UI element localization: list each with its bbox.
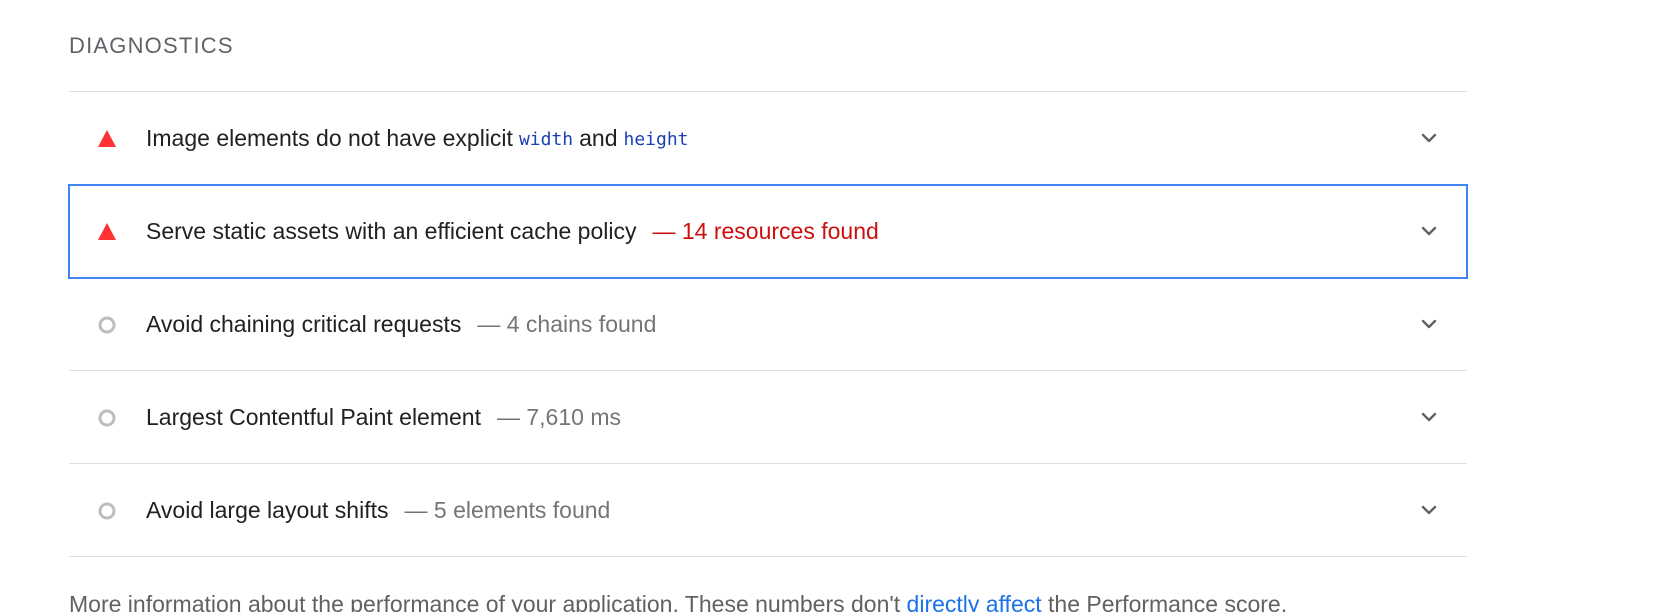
- audit-title-text: Largest Contentful Paint element: [146, 403, 481, 430]
- description-text-after: the Performance score.: [1041, 591, 1288, 612]
- chevron-down-icon[interactable]: [1417, 405, 1441, 429]
- audit-title-text: Serve static assets with an efficient ca…: [146, 217, 637, 244]
- audit-title-code-width: width: [518, 128, 574, 150]
- section-title: DIAGNOSTICS: [69, 33, 234, 58]
- audit-display-value: — 4 chains found: [477, 310, 657, 337]
- audit-display-value: — 5 elements found: [404, 496, 611, 523]
- audit-title-text: Avoid large layout shifts: [146, 496, 389, 523]
- audit-item-lcp-element[interactable]: Largest Contentful Paint element — 7,610…: [69, 371, 1467, 464]
- audit-item-layout-shifts[interactable]: Avoid large layout shifts — 5 elements f…: [69, 464, 1467, 557]
- description-text-before: More information about the performance o…: [69, 591, 907, 612]
- diagnostics-description: More information about the performance o…: [69, 591, 1287, 612]
- audit-title: Avoid large layout shifts — 5 elements f…: [146, 464, 610, 556]
- audit-title-text-and: and: [579, 124, 618, 151]
- chevron-down-icon[interactable]: [1417, 312, 1441, 336]
- audit-title: Serve static assets with an efficient ca…: [146, 185, 879, 277]
- audit-display-value: — 14 resources found: [652, 217, 879, 244]
- diagnostics-audit-list: Image elements do not have explicit widt…: [68, 91, 1468, 557]
- chevron-down-icon[interactable]: [1417, 498, 1441, 522]
- warning-triangle-icon: [97, 222, 117, 242]
- audit-title-text: Avoid chaining critical requests: [146, 310, 462, 337]
- circle-icon: [97, 408, 117, 428]
- audit-title: Avoid chaining critical requests — 4 cha…: [146, 278, 656, 370]
- audit-item-cache-policy[interactable]: Serve static assets with an efficient ca…: [68, 184, 1468, 279]
- audit-title: Image elements do not have explicit widt…: [146, 92, 695, 184]
- chevron-down-icon[interactable]: [1417, 126, 1441, 150]
- circle-icon: [97, 315, 117, 335]
- audit-title: Largest Contentful Paint element — 7,610…: [146, 371, 621, 463]
- audit-display-value: — 7,610 ms: [496, 403, 621, 430]
- chevron-down-icon[interactable]: [1417, 219, 1441, 243]
- directly-affect-link[interactable]: directly affect: [907, 591, 1042, 612]
- audit-item-critical-request-chains[interactable]: Avoid chaining critical requests — 4 cha…: [69, 278, 1467, 371]
- audit-item-unsized-images[interactable]: Image elements do not have explicit widt…: [69, 92, 1467, 185]
- circle-icon: [97, 501, 117, 521]
- audit-title-code-height: height: [623, 128, 689, 150]
- warning-triangle-icon: [97, 129, 117, 149]
- audit-title-text: Image elements do not have explicit: [146, 124, 513, 151]
